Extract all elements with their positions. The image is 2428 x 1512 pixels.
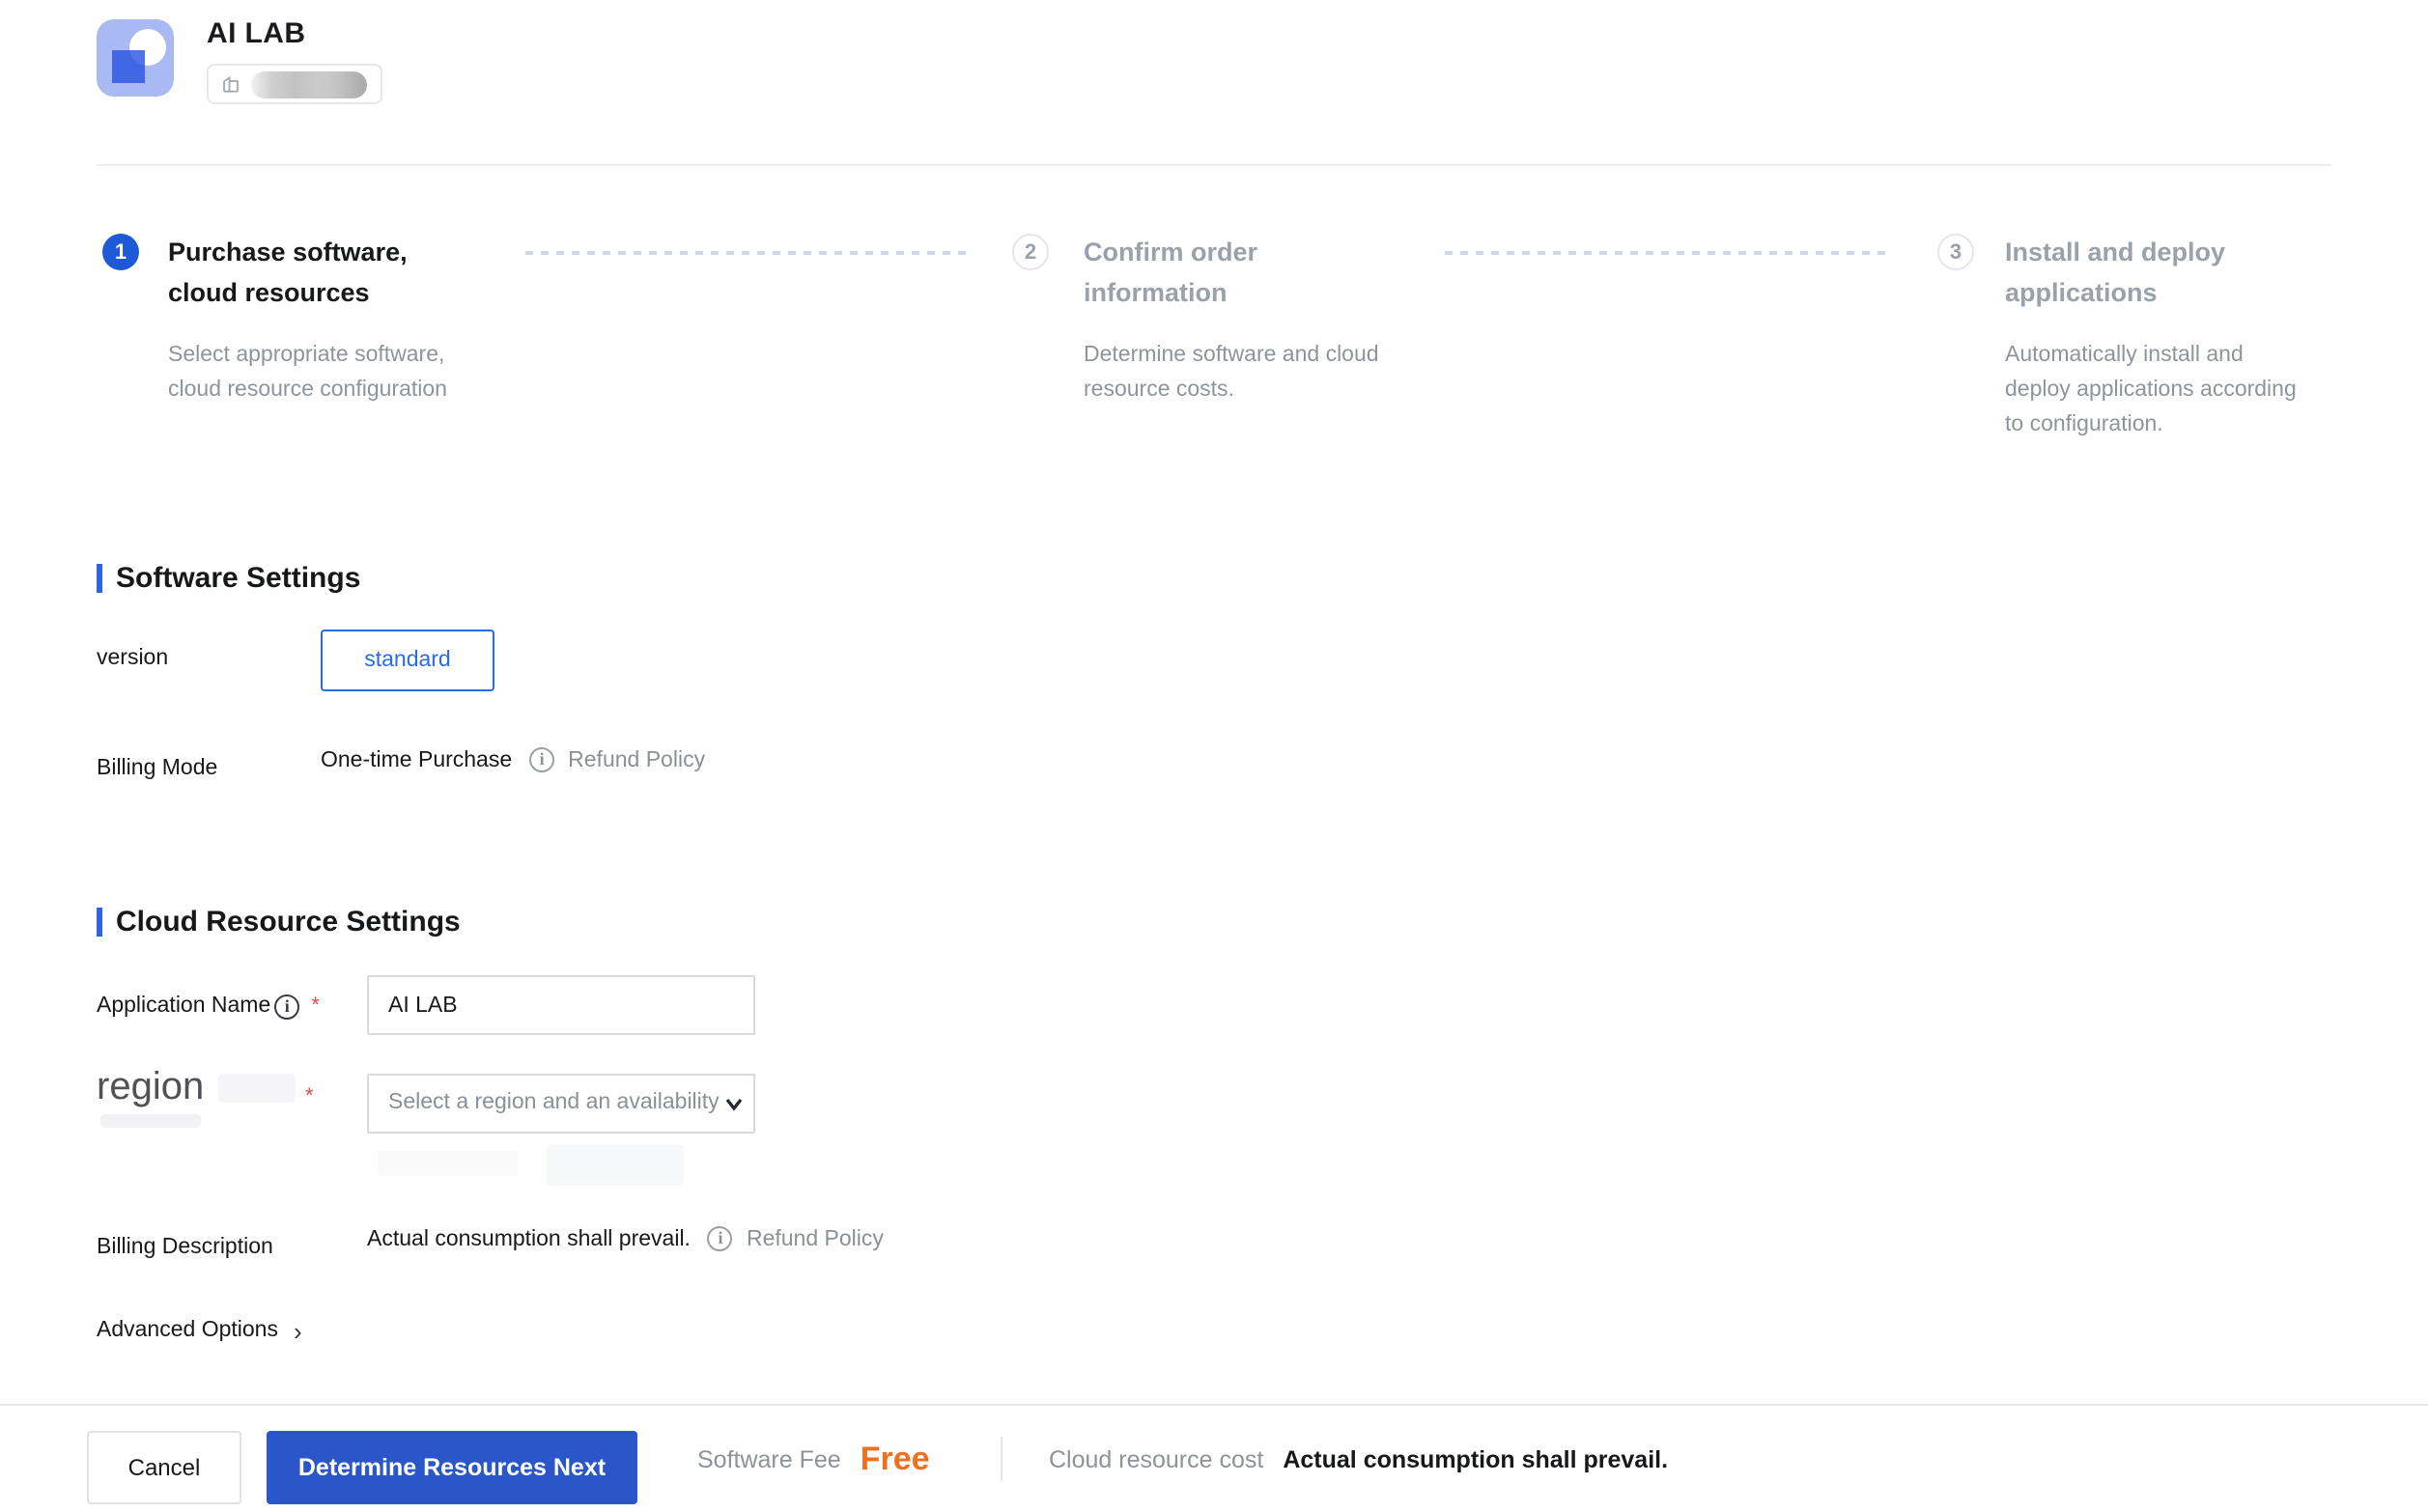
billing-mode-label: Billing Mode	[97, 757, 218, 780]
step-2: Confirm order information Determine soft…	[1084, 232, 1393, 407]
cloud-resource-cost-value: Actual consumption shall prevail.	[1283, 1445, 1669, 1472]
determine-resources-next-button[interactable]: Determine Resources Next	[267, 1431, 637, 1504]
step-1-number: 1	[114, 240, 127, 264]
software-fee-value: Free	[860, 1440, 930, 1476]
region-select-placeholder: Select a region and an availability	[388, 1091, 720, 1114]
step-3-number-badge: 3	[1937, 234, 1974, 270]
billing-description-value: Actual consumption shall prevail.	[367, 1227, 691, 1250]
advanced-options-toggle[interactable]: Advanced Options ›	[97, 1316, 302, 1345]
software-fee-label: Software Fee	[697, 1445, 841, 1472]
step-connector-1	[525, 251, 966, 255]
application-name-input[interactable]	[367, 975, 755, 1035]
page-title: AI LAB	[207, 17, 306, 50]
advanced-options-label: Advanced Options	[97, 1319, 278, 1342]
info-icon[interactable]	[529, 747, 555, 772]
redacted-org-name	[251, 70, 367, 98]
region-label: region	[97, 1066, 205, 1108]
footer-divider	[1001, 1437, 1002, 1481]
app-logo	[97, 19, 174, 97]
cloud-resource-settings-section-header: Cloud Resource Settings	[97, 906, 461, 938]
section-marker	[97, 908, 102, 937]
cloud-cost-group: Cloud resource cost Actual consumption s…	[1049, 1406, 1668, 1512]
software-settings-title: Software Settings	[116, 562, 361, 595]
software-settings-section-header: Software Settings	[97, 562, 360, 595]
step-3-description: Automatically install and deploy applica…	[2005, 344, 2297, 436]
billing-description-label: Billing Description	[97, 1236, 273, 1259]
chevron-down-icon	[725, 1099, 743, 1111]
region-select[interactable]: Select a region and an availability	[367, 1074, 755, 1134]
step-2-description: Determine software and cloud resource co…	[1084, 344, 1379, 402]
step-1-description: Select appropriate software, cloud resou…	[168, 344, 447, 402]
step-2-title: Confirm order information	[1084, 238, 1258, 307]
info-icon[interactable]	[274, 994, 300, 1019]
redacted-hint	[377, 1151, 518, 1176]
section-marker	[97, 564, 102, 593]
redacted-region-subtext	[100, 1114, 201, 1128]
logo-square-shape	[112, 50, 145, 83]
required-asterisk: *	[311, 994, 320, 1018]
billing-description-row: Actual consumption shall prevail. Refund…	[367, 1226, 884, 1251]
chevron-right-icon: ›	[293, 1316, 302, 1345]
refund-policy-link[interactable]: Refund Policy	[747, 1227, 884, 1250]
refund-policy-link[interactable]: Refund Policy	[568, 748, 705, 771]
redacted-hint	[547, 1145, 684, 1186]
step-1-number-badge: 1	[102, 234, 139, 270]
application-name-label: Application Name	[97, 994, 271, 1018]
step-3-number: 3	[1949, 240, 1962, 264]
version-standard-button[interactable]: standard	[321, 630, 494, 691]
org-badge[interactable]	[207, 64, 382, 104]
purchase-wizard-page: AI LAB 1 Purchase software, cloud resour…	[0, 0, 2428, 1510]
step-3-title: Install and deploy applications	[2005, 238, 2226, 307]
cancel-button[interactable]: Cancel	[87, 1431, 241, 1504]
billing-mode-row: One-time Purchase Refund Policy	[321, 747, 705, 772]
required-asterisk: *	[305, 1085, 314, 1108]
building-icon	[223, 75, 239, 93]
version-label: version	[97, 647, 169, 670]
cloud-resource-settings-title: Cloud Resource Settings	[116, 906, 461, 938]
info-icon[interactable]	[707, 1226, 733, 1251]
application-name-label-row: Application Name *	[97, 993, 320, 1020]
step-3: Install and deploy applications Automati…	[2005, 232, 2349, 442]
header-divider	[97, 164, 2331, 166]
step-2-number-badge: 2	[1012, 234, 1049, 270]
step-connector-2	[1445, 251, 1893, 255]
redacted-region-text	[218, 1074, 296, 1103]
step-2-number: 2	[1024, 240, 1037, 264]
step-1: Purchase software, cloud resources Selec…	[168, 232, 487, 407]
footer-bar: Cancel Determine Resources Next Software…	[0, 1404, 2428, 1510]
software-fee-group: Software Fee Free	[697, 1406, 930, 1512]
billing-mode-value: One-time Purchase	[321, 748, 513, 771]
cloud-resource-cost-label: Cloud resource cost	[1049, 1445, 1264, 1472]
step-1-title: Purchase software, cloud resources	[168, 238, 408, 307]
